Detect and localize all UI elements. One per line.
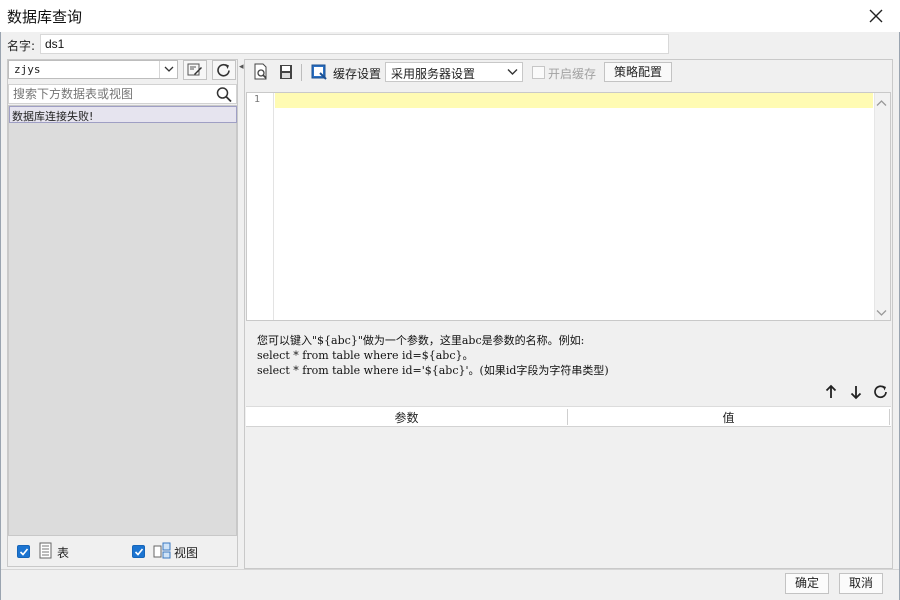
chevron-down-icon[interactable] (503, 63, 522, 81)
column-divider (889, 409, 890, 425)
save-icon (280, 65, 292, 79)
search-icon[interactable] (215, 86, 233, 103)
cancel-button[interactable]: 取消 (839, 573, 883, 594)
table-tree[interactable] (8, 105, 237, 536)
preview-icon (254, 63, 267, 80)
show-views-label: 视图 (174, 546, 199, 560)
close-button[interactable] (862, 3, 890, 29)
column-header-value[interactable]: 值 (568, 409, 889, 426)
arrow-down-icon[interactable] (849, 384, 863, 400)
column-header-param[interactable]: 参数 (246, 409, 567, 426)
refresh-icon (217, 63, 230, 77)
table-icon (39, 542, 53, 559)
window-border-left (0, 32, 1, 600)
view-icon (153, 542, 171, 559)
toolbar-separator (301, 64, 302, 81)
line-number-gutter (247, 93, 274, 320)
parameter-hint-line: 您可以键入"${abc}"做为一个参数，这里abc是参数的名称。例如: (257, 334, 585, 347)
parameter-example-line: select * from table where id=${abc}。 (257, 349, 474, 362)
name-label: 名字: (7, 39, 36, 53)
parameter-table[interactable] (246, 406, 891, 567)
window-title: 数据库查询 (7, 8, 83, 26)
refresh-icon[interactable] (873, 384, 887, 400)
show-tables-label: 表 (57, 546, 70, 560)
check-icon (19, 548, 29, 556)
editor-scrollbar[interactable] (874, 93, 890, 320)
connection-error-message: 数据库连接失败! (9, 106, 237, 123)
sql-editor[interactable] (246, 92, 891, 321)
cache-icon (310, 63, 328, 81)
title-bar (0, 0, 900, 32)
chevron-down-icon[interactable] (159, 61, 177, 78)
refresh-button[interactable] (212, 60, 236, 80)
footer-divider (1, 569, 899, 570)
search-input[interactable] (8, 84, 237, 104)
show-tables-checkbox[interactable] (17, 545, 30, 558)
policy-config-button[interactable]: 策略配置 (604, 62, 672, 82)
connection-select[interactable]: zjys (8, 60, 178, 79)
arrow-up-icon[interactable] (824, 384, 838, 400)
line-number: 1 (254, 94, 261, 105)
close-icon (869, 9, 883, 23)
collapse-panel-icon[interactable]: ◂ (239, 62, 244, 72)
ok-button[interactable]: 确定 (785, 573, 829, 594)
preview-button[interactable] (252, 63, 270, 81)
parameter-example-line: select * from table where id='${abc}'。(如… (257, 364, 609, 377)
show-views-checkbox[interactable] (132, 545, 145, 558)
enable-cache-label: 开启缓存 (548, 67, 597, 81)
cache-settings-label: 缓存设置 (333, 67, 382, 81)
save-button[interactable] (277, 63, 295, 81)
active-line-highlight (275, 93, 873, 108)
edit-connection-button[interactable] (183, 60, 207, 80)
check-icon (134, 548, 144, 556)
name-input[interactable] (40, 34, 669, 54)
edit-connection-icon (187, 63, 202, 76)
scroll-up-icon[interactable] (876, 96, 887, 110)
enable-cache-checkbox[interactable] (532, 66, 545, 79)
scroll-down-icon[interactable] (876, 306, 887, 320)
